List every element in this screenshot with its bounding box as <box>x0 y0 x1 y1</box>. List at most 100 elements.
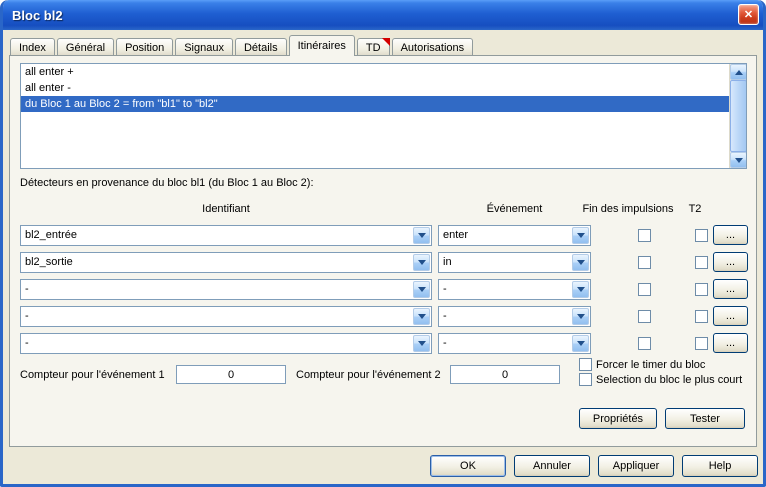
routes-listbox[interactable]: all enter + all enter - du Bloc 1 au Blo… <box>20 63 747 169</box>
alert-flag-icon <box>382 38 390 46</box>
dropdown-button[interactable] <box>413 335 430 352</box>
counter1-label: Compteur pour l'événement 1 <box>20 369 165 381</box>
dropdown-button[interactable] <box>413 254 430 271</box>
tab-position[interactable]: Position <box>116 38 173 56</box>
tab-general[interactable]: Général <box>57 38 114 56</box>
more-button[interactable]: ... <box>713 225 748 245</box>
annuler-button[interactable]: Annuler <box>514 455 590 477</box>
fin-impulsions-checkbox[interactable] <box>638 283 651 296</box>
dropdown-button[interactable] <box>572 308 589 325</box>
fin-impulsions-checkbox[interactable] <box>638 310 651 323</box>
column-header-identifiant: Identifiant <box>20 203 432 215</box>
help-button[interactable]: Help <box>682 455 758 477</box>
identifiant-combobox[interactable]: - <box>20 279 432 300</box>
tab-index[interactable]: Index <box>10 38 55 56</box>
fin-impulsions-checkbox[interactable] <box>638 337 651 350</box>
tab-page-itineraires: all enter + all enter - du Bloc 1 au Blo… <box>9 55 757 447</box>
scrollbar[interactable] <box>729 64 746 168</box>
more-button[interactable]: ... <box>713 279 748 299</box>
chevron-down-icon <box>418 233 426 242</box>
tab-bar: Index Général Position Signaux Détails I… <box>10 37 475 56</box>
selection-bloc-court-checkbox[interactable] <box>579 373 592 386</box>
tester-button[interactable]: Tester <box>665 408 745 429</box>
combo-value: - <box>443 283 568 295</box>
chevron-down-icon <box>418 287 426 296</box>
identifiant-combobox[interactable]: - <box>20 306 432 327</box>
dropdown-button[interactable] <box>572 281 589 298</box>
combo-value: - <box>25 310 409 322</box>
combo-value: enter <box>443 229 568 241</box>
evenement-combobox[interactable]: in <box>438 252 591 273</box>
t2-checkbox[interactable] <box>695 229 708 242</box>
more-button[interactable]: ... <box>713 333 748 353</box>
close-button[interactable]: ✕ <box>738 4 759 25</box>
list-item-selected[interactable]: du Bloc 1 au Bloc 2 = from "bl1" to "bl2… <box>21 96 746 112</box>
chevron-down-icon <box>577 341 585 350</box>
chevron-down-icon <box>418 341 426 350</box>
arrow-up-icon <box>735 66 743 75</box>
dropdown-button[interactable] <box>413 281 430 298</box>
forcer-timer-checkbox[interactable] <box>579 358 592 371</box>
close-icon: ✕ <box>744 8 753 21</box>
combo-value: - <box>25 283 409 295</box>
option-forcer-timer[interactable]: Forcer le timer du bloc <box>579 358 705 371</box>
titlebar[interactable]: Bloc bl2 ✕ <box>3 0 763 30</box>
combo-value: in <box>443 256 568 268</box>
appliquer-button[interactable]: Appliquer <box>598 455 674 477</box>
t2-checkbox[interactable] <box>695 310 708 323</box>
detectors-caption: Détecteurs en provenance du bloc bl1 (du… <box>20 177 314 189</box>
option-selection-bloc-court[interactable]: Selection du bloc le plus court <box>579 373 742 386</box>
t2-checkbox[interactable] <box>695 256 708 269</box>
list-item[interactable]: all enter + <box>21 64 746 80</box>
combo-value: - <box>25 337 409 349</box>
option-label: Selection du bloc le plus court <box>596 374 742 386</box>
tab-signaux[interactable]: Signaux <box>175 38 233 56</box>
dropdown-button[interactable] <box>413 308 430 325</box>
dropdown-button[interactable] <box>572 254 589 271</box>
tab-td-label: TD <box>366 42 381 54</box>
fin-impulsions-checkbox[interactable] <box>638 229 651 242</box>
ok-button[interactable]: OK <box>430 455 506 477</box>
tab-details[interactable]: Détails <box>235 38 287 56</box>
identifiant-combobox[interactable]: bl2_sortie <box>20 252 432 273</box>
fin-impulsions-checkbox[interactable] <box>638 256 651 269</box>
combo-value: - <box>443 337 568 349</box>
detector-row: bl2_entrée enter ... <box>10 225 758 246</box>
t2-checkbox[interactable] <box>695 337 708 350</box>
combo-value: bl2_sortie <box>25 256 409 268</box>
detector-row: - - ... <box>10 306 758 327</box>
dialog-window: Bloc bl2 ✕ Index Général Position Signau… <box>0 0 766 487</box>
identifiant-combobox[interactable]: - <box>20 333 432 354</box>
evenement-combobox[interactable]: - <box>438 306 591 327</box>
window-title: Bloc bl2 <box>3 8 63 23</box>
evenement-combobox[interactable]: - <box>438 279 591 300</box>
scroll-down-button[interactable] <box>730 152 747 168</box>
evenement-combobox[interactable]: - <box>438 333 591 354</box>
dropdown-button[interactable] <box>413 227 430 244</box>
combo-value: - <box>443 310 568 322</box>
proprietes-button[interactable]: Propriétés <box>579 408 657 429</box>
counter1-input[interactable] <box>176 365 286 384</box>
scroll-up-button[interactable] <box>730 64 747 80</box>
tab-autorisations[interactable]: Autorisations <box>392 38 474 56</box>
scroll-thumb[interactable] <box>730 80 747 152</box>
chevron-down-icon <box>577 233 585 242</box>
chevron-down-icon <box>418 314 426 323</box>
arrow-down-icon <box>735 158 743 167</box>
more-button[interactable]: ... <box>713 306 748 326</box>
chevron-down-icon <box>577 287 585 296</box>
counter2-input[interactable] <box>450 365 560 384</box>
dropdown-button[interactable] <box>572 335 589 352</box>
t2-checkbox[interactable] <box>695 283 708 296</box>
identifiant-combobox[interactable]: bl2_entrée <box>20 225 432 246</box>
counter2-label: Compteur pour l'événement 2 <box>296 369 441 381</box>
more-button[interactable]: ... <box>713 252 748 272</box>
tab-td[interactable]: TD <box>357 38 390 56</box>
detector-row: bl2_sortie in ... <box>10 252 758 273</box>
list-item[interactable]: all enter - <box>21 80 746 96</box>
option-label: Forcer le timer du bloc <box>596 359 705 371</box>
chevron-down-icon <box>577 260 585 269</box>
dropdown-button[interactable] <box>572 227 589 244</box>
evenement-combobox[interactable]: enter <box>438 225 591 246</box>
tab-itineraires[interactable]: Itinéraires <box>289 35 355 56</box>
